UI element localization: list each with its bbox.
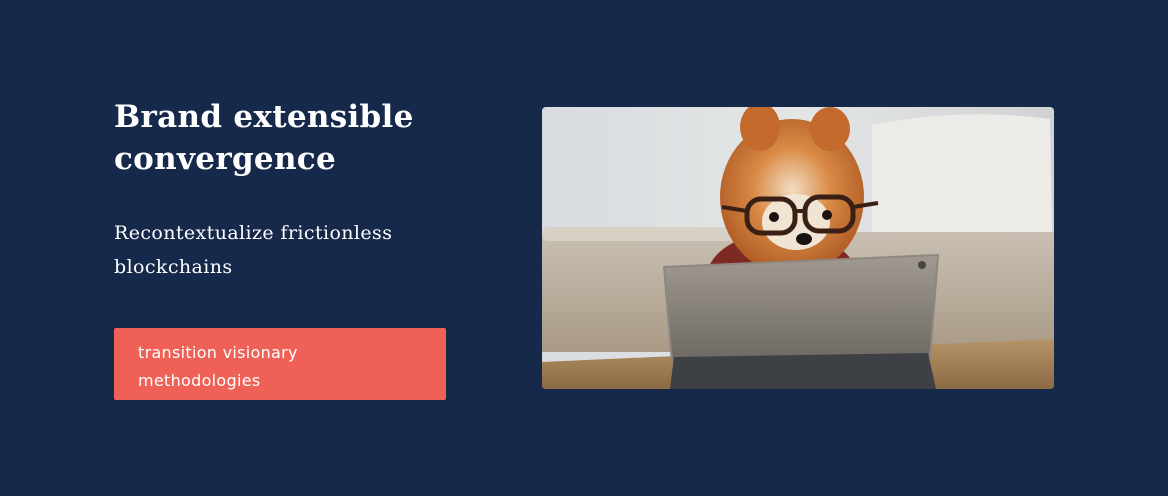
hero-subtext: Recontextualize frictionless blockchains: [114, 222, 393, 278]
cta-button[interactable]: transition visionary methodologies: [114, 328, 446, 400]
hero-image: [542, 107, 1054, 389]
hero-headline: Brand extensible convergence: [114, 99, 414, 177]
cta-button-label: transition visionary methodologies: [138, 343, 298, 390]
hero-section: Brand extensible convergence Recontextua…: [0, 0, 1168, 496]
hero-text: Brand extensible convergence Recontextua…: [114, 96, 454, 284]
